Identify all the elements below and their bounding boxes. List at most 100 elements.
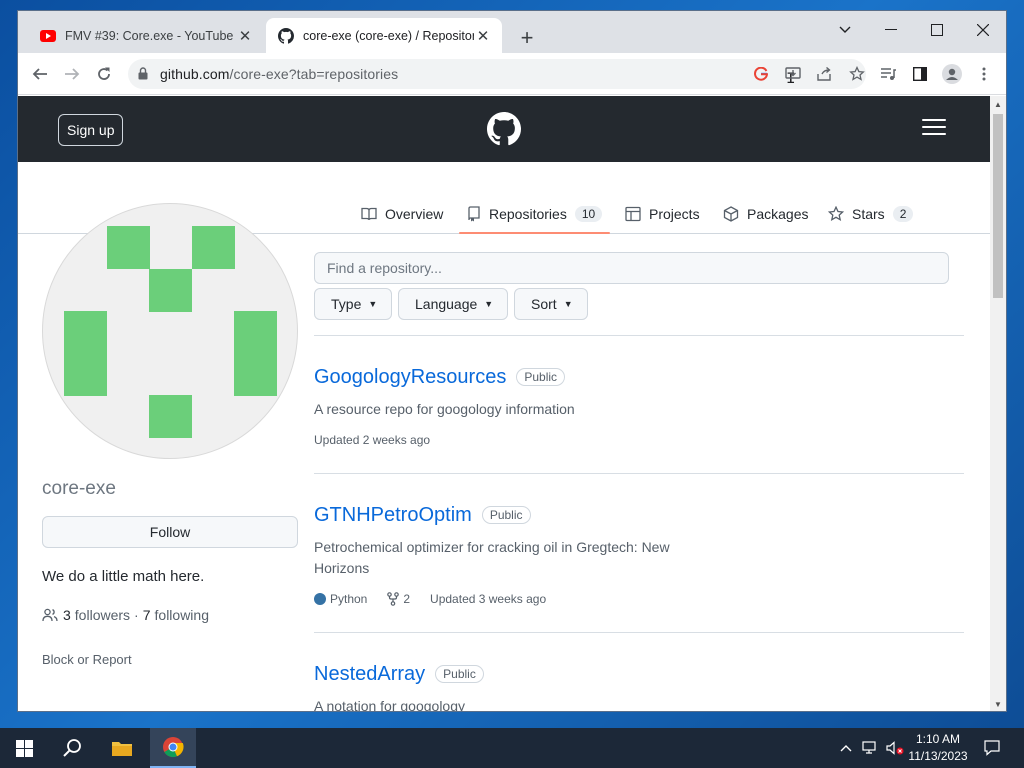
maximize-icon[interactable] xyxy=(924,17,950,43)
page-viewport: Sign up Overview Repositories 10 Project… xyxy=(18,96,990,711)
tab-youtube[interactable]: FMV #39: Core.exe - YouTube ✕ xyxy=(28,18,264,53)
visibility-badge: Public xyxy=(516,368,566,386)
tab-projects[interactable]: Projects xyxy=(625,194,700,234)
install-app-icon[interactable] xyxy=(782,64,804,84)
browser-toolbar: github.com/core-exe?tab=repositories I xyxy=(18,53,1006,95)
selected-tab-underline xyxy=(459,232,610,234)
sort-button[interactable]: Sort ▼ xyxy=(514,288,588,320)
back-arrow-icon[interactable] xyxy=(27,61,53,87)
repo-name-link[interactable]: GTNHPetroOptim xyxy=(314,504,472,527)
close-tab-icon[interactable]: ✕ xyxy=(236,27,254,45)
tab-strip: FMV #39: Core.exe - YouTube ✕ core-exe (… xyxy=(18,11,1006,53)
reload-icon[interactable] xyxy=(91,61,117,87)
hamburger-menu-icon[interactable] xyxy=(922,119,946,140)
repo-description: A notation for googology xyxy=(314,698,466,711)
caret-down-icon: ▼ xyxy=(368,299,378,309)
profile-username: core-exe xyxy=(42,478,116,499)
type-filter-button[interactable]: Type ▼ xyxy=(314,288,393,320)
clock-date: 11/13/2023 xyxy=(908,749,968,763)
system-clock[interactable]: 1:10 AM 11/13/2023 xyxy=(906,731,970,765)
tab-title: core-exe (core-exe) / Repositories xyxy=(303,28,474,43)
tab-label: Overview xyxy=(385,206,444,222)
chevron-down-icon[interactable] xyxy=(832,17,858,43)
type-filter-label: Type xyxy=(331,296,362,312)
fork-count: 2 xyxy=(403,592,411,606)
language-filter-label: Language xyxy=(415,296,478,312)
people-icon xyxy=(42,608,58,622)
tab-repositories[interactable]: Repositories 10 xyxy=(467,194,603,234)
media-controls-icon[interactable] xyxy=(875,61,901,87)
windows-start-icon[interactable] xyxy=(4,728,44,768)
table-icon xyxy=(625,206,641,222)
sign-up-button[interactable]: Sign up xyxy=(58,114,124,146)
notifications-icon[interactable] xyxy=(978,728,1006,768)
followers-count[interactable]: 3 xyxy=(63,607,71,623)
tab-label: Stars xyxy=(852,206,885,222)
network-icon[interactable] xyxy=(860,728,882,768)
tab-stars[interactable]: Stars 2 xyxy=(828,194,914,234)
language-filter-button[interactable]: Language ▼ xyxy=(398,288,509,320)
caret-down-icon: ▼ xyxy=(563,299,573,309)
visibility-badge: Public xyxy=(435,665,484,683)
repo-count-badge: 10 xyxy=(574,206,603,222)
browser-window: FMV #39: Core.exe - YouTube ✕ core-exe (… xyxy=(18,11,1006,711)
scroll-down-icon[interactable]: ▼ xyxy=(994,700,1002,709)
vertical-scrollbar[interactable]: ▲ ▼ xyxy=(990,96,1006,711)
following-link[interactable]: following xyxy=(155,607,209,623)
chrome-taskbar-icon[interactable] xyxy=(150,728,196,768)
tab-packages[interactable]: Packages xyxy=(723,194,808,234)
side-panel-icon[interactable] xyxy=(907,61,933,87)
youtube-icon xyxy=(40,28,56,44)
stars-count-badge: 2 xyxy=(892,206,914,222)
url-host: github.com xyxy=(160,66,230,82)
search-icon[interactable] xyxy=(52,728,92,768)
find-repository-input[interactable]: Find a repository... xyxy=(314,252,949,284)
follow-stats: 3 followers · 7 following xyxy=(42,607,209,623)
repo-list-item: GoogologyResources Public A resource rep… xyxy=(314,364,964,448)
minimize-icon[interactable] xyxy=(878,17,904,43)
block-or-report-link[interactable]: Block or Report xyxy=(42,652,132,667)
chevron-up-icon[interactable] xyxy=(836,728,856,768)
new-tab-icon[interactable]: + xyxy=(514,25,540,51)
repo-list-item: GTNHPetroOptim Public Petrochemical opti… xyxy=(314,502,964,606)
address-bar[interactable]: github.com/core-exe?tab=repositories I xyxy=(128,59,866,89)
github-logo-icon[interactable] xyxy=(487,112,521,151)
tab-title: FMV #39: Core.exe - YouTube xyxy=(65,28,234,43)
following-count[interactable]: 7 xyxy=(143,607,151,623)
google-icon[interactable] xyxy=(750,64,772,84)
scroll-up-icon[interactable]: ▲ xyxy=(994,100,1002,109)
url-text: github.com/core-exe?tab=repositories xyxy=(160,66,398,82)
repo-list-item: NestedArray Public A notation for googol… xyxy=(314,661,964,711)
close-window-icon[interactable] xyxy=(970,17,996,43)
separator: · xyxy=(134,607,139,623)
volume-muted-icon[interactable] xyxy=(884,728,906,768)
book-icon xyxy=(361,206,377,222)
language-color-dot xyxy=(314,593,326,605)
repo-description: Petrochemical optimizer for cracking oil… xyxy=(314,539,670,576)
forward-arrow-icon[interactable] xyxy=(59,61,85,87)
divider xyxy=(314,473,964,474)
scrollbar-thumb[interactable] xyxy=(993,114,1003,298)
caret-down-icon: ▼ xyxy=(484,299,494,309)
more-menu-icon[interactable] xyxy=(971,61,997,87)
sort-label: Sort xyxy=(531,296,557,312)
taskbar: 1:10 AM 11/13/2023 xyxy=(0,728,1024,768)
repo-name-link[interactable]: NestedArray xyxy=(314,663,425,686)
tab-label: Projects xyxy=(649,206,700,222)
bookmark-star-icon[interactable] xyxy=(846,64,868,84)
avatar[interactable] xyxy=(42,203,298,459)
profile-bio: We do a little math here. xyxy=(42,568,205,585)
tab-github[interactable]: core-exe (core-exe) / Repositories ✕ xyxy=(266,18,502,53)
profile-avatar-icon[interactable] xyxy=(939,61,965,87)
share-icon[interactable] xyxy=(814,64,836,84)
close-tab-icon[interactable]: ✕ xyxy=(474,27,492,45)
repo-name-link[interactable]: GoogologyResources xyxy=(314,366,506,389)
tab-overview[interactable]: Overview xyxy=(361,194,443,234)
github-icon xyxy=(278,27,294,44)
forks-link[interactable]: 2 xyxy=(387,592,410,606)
file-explorer-icon[interactable] xyxy=(102,728,142,768)
follow-button[interactable]: Follow xyxy=(42,516,298,548)
lock-icon[interactable] xyxy=(138,67,148,85)
repo-language: Python xyxy=(330,592,368,606)
followers-link[interactable]: followers xyxy=(75,607,130,623)
